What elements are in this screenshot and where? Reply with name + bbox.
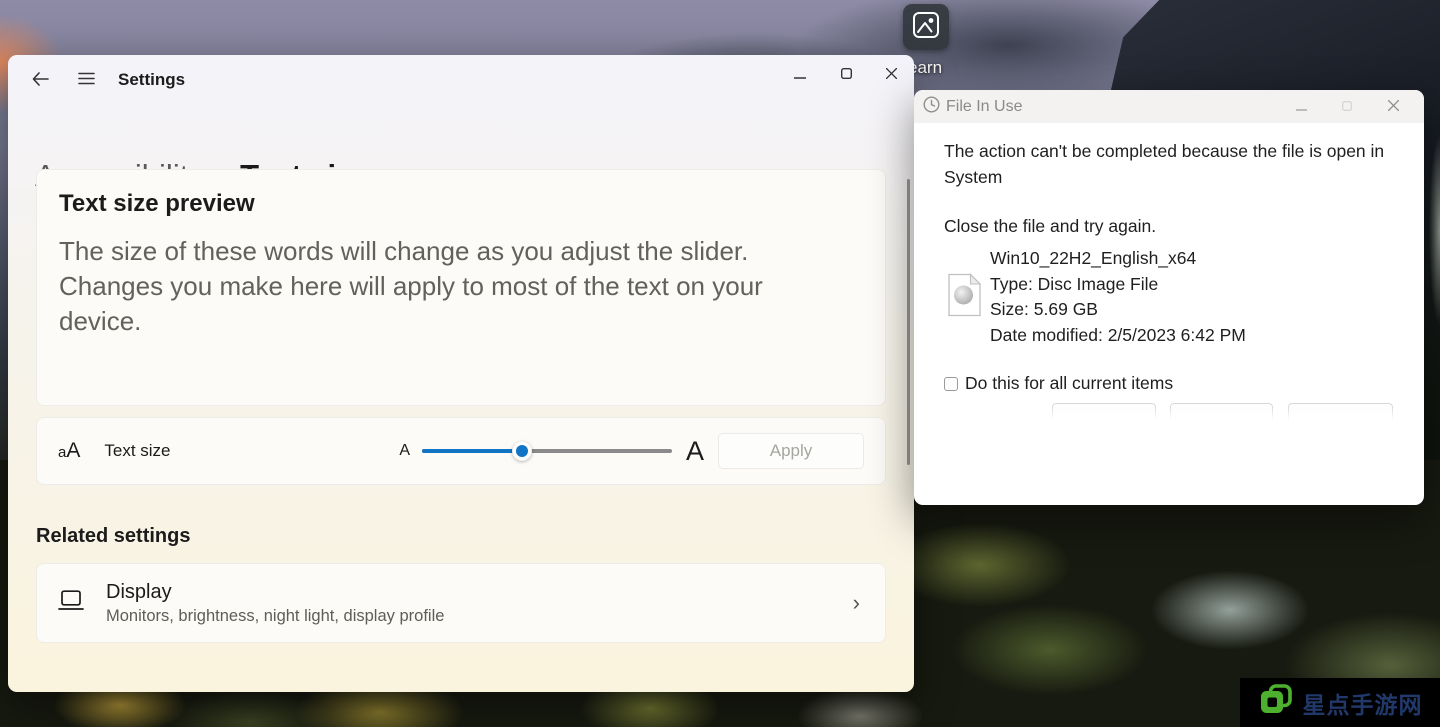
file-type: Type: Disc Image File bbox=[990, 273, 1159, 294]
preview-card-title: Text size preview bbox=[59, 190, 255, 217]
close-button[interactable] bbox=[871, 59, 911, 89]
shortcut-tile[interactable] bbox=[903, 4, 949, 50]
display-monitor-icon bbox=[58, 590, 84, 616]
watermark-text: 星点手游网 bbox=[1302, 691, 1423, 718]
maximize-button[interactable] bbox=[826, 59, 866, 89]
dialog-minimize-icon bbox=[1295, 99, 1307, 114]
text-size-icon: aA bbox=[58, 439, 81, 462]
dialog-close-icon bbox=[1387, 99, 1399, 114]
image-placeholder-icon bbox=[912, 11, 940, 44]
do-for-all-label: Do this for all current items bbox=[965, 373, 1174, 393]
apply-button[interactable]: Apply bbox=[718, 433, 864, 469]
related-settings-heading: Related settings bbox=[36, 525, 191, 547]
preview-card-body: The size of these words will change as y… bbox=[59, 236, 763, 336]
dialog-titlebar[interactable]: File In Use bbox=[914, 90, 1424, 123]
dialog-title: File In Use bbox=[946, 97, 1023, 115]
desktop-shortcut[interactable]: earn bbox=[903, 4, 963, 77]
disc-image-file-icon bbox=[947, 273, 982, 322]
dialog-button-partial-3[interactable] bbox=[1288, 403, 1393, 420]
slider-fill bbox=[421, 449, 522, 453]
back-button[interactable] bbox=[24, 64, 56, 96]
dialog-button-partial-1[interactable] bbox=[1052, 403, 1156, 420]
chevron-right-icon: › bbox=[852, 590, 860, 615]
text-size-label: Text size bbox=[104, 441, 171, 460]
minimize-button[interactable] bbox=[780, 59, 820, 89]
file-in-use-clock-icon bbox=[923, 95, 940, 118]
dialog-maximize-icon bbox=[1342, 99, 1352, 114]
dialog-instruction: Close the file and try again. bbox=[944, 216, 1157, 236]
minimize-icon bbox=[794, 67, 806, 82]
dialog-minimize-button[interactable] bbox=[1278, 90, 1324, 123]
dialog-close-button[interactable] bbox=[1370, 90, 1416, 123]
file-in-use-dialog: File In Use The action can't be complete… bbox=[914, 90, 1424, 505]
close-icon bbox=[885, 67, 897, 82]
slider-thumb[interactable] bbox=[511, 441, 532, 461]
settings-titlebar[interactable]: Settings bbox=[8, 55, 914, 97]
slider-min-label: A bbox=[399, 442, 410, 459]
watermark-logo-icon bbox=[1258, 682, 1294, 723]
file-name: Win10_22H2_English_x64 bbox=[990, 248, 1197, 268]
do-for-all-row[interactable]: Do this for all current items bbox=[944, 373, 1173, 394]
site-watermark: 星点手游网 bbox=[1240, 678, 1440, 727]
display-settings-row[interactable]: Display Monitors, brightness, night ligh… bbox=[36, 563, 886, 643]
text-size-slider[interactable] bbox=[421, 441, 672, 461]
file-info: Win10_22H2_English_x64 Type: Disc Image … bbox=[990, 246, 1246, 349]
file-modified: Date modified: 2/5/2023 6:42 PM bbox=[990, 325, 1246, 346]
file-size: Size: 5.69 GB bbox=[990, 299, 1098, 320]
text-size-slider-row: aA Text size A A Apply bbox=[36, 417, 886, 485]
text-size-preview-card: Text size preview The size of these word… bbox=[36, 169, 886, 406]
dialog-message: The action can't be completed because th… bbox=[944, 141, 1385, 187]
window-title: Settings bbox=[118, 70, 186, 89]
slider-max-label: A bbox=[685, 435, 704, 466]
display-row-subtitle: Monitors, brightness, night light, displ… bbox=[106, 606, 445, 625]
display-row-title: Display bbox=[106, 580, 172, 603]
dialog-button-partial-2[interactable] bbox=[1170, 403, 1273, 420]
dialog-maximize-button[interactable] bbox=[1324, 90, 1370, 123]
maximize-icon bbox=[840, 67, 852, 82]
back-arrow-icon bbox=[32, 71, 49, 89]
hamburger-icon bbox=[77, 72, 95, 88]
navigation-menu-button[interactable] bbox=[70, 64, 102, 96]
settings-scrollbar[interactable] bbox=[907, 179, 910, 465]
settings-window: Settings Accessibility › Text size Text … bbox=[8, 55, 914, 692]
do-for-all-checkbox[interactable] bbox=[944, 376, 958, 391]
